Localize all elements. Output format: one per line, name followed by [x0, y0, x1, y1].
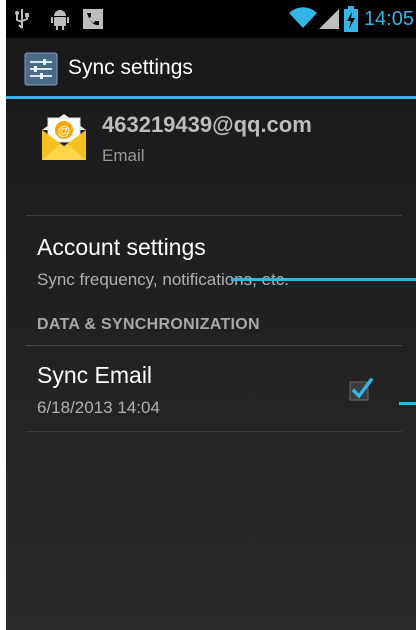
signal-icon	[318, 8, 340, 34]
action-bar: Sync settings	[6, 38, 416, 99]
status-clock: 14:05	[363, 8, 414, 30]
sync-email-title: Sync Email	[37, 362, 153, 388]
status-bar: 14:05	[6, 0, 416, 38]
section-header: DATA & SYNCHRONIZATION	[37, 316, 260, 333]
account-email: 463219439@qq.com	[102, 112, 312, 137]
account-type: Email	[102, 146, 145, 165]
sync-email-checkbox[interactable]	[348, 376, 374, 402]
account-settings-title: Account settings	[37, 234, 206, 260]
email-envelope-icon: @	[36, 108, 92, 168]
divider-bottom	[26, 431, 402, 432]
battery-charging-icon	[344, 6, 358, 36]
page-title: Sync settings	[68, 56, 193, 79]
divider	[26, 215, 402, 216]
wifi-icon	[288, 6, 318, 34]
scroll-indicator	[231, 278, 416, 281]
usb-icon	[14, 8, 30, 34]
android-debug-icon	[50, 8, 70, 34]
section-divider	[26, 345, 402, 346]
screen: 14:05 Sync settings @ 463219439@qq.com E…	[6, 0, 416, 630]
sync-settings-icon[interactable]	[24, 52, 58, 90]
sync-email-summary: 6/18/2013 14:04	[37, 398, 160, 417]
scroll-indicator-2	[399, 402, 416, 405]
phone-call-icon	[82, 8, 104, 34]
svg-text:@: @	[58, 123, 71, 138]
